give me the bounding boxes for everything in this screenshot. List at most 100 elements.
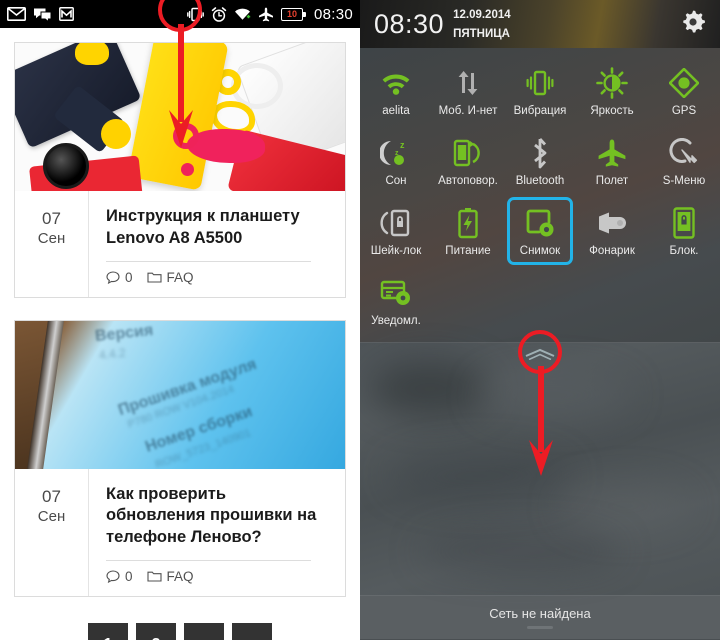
photo-shape-yellow-blob-2 [101, 119, 131, 149]
qs-tile-wifi[interactable]: aelita [360, 56, 432, 126]
status-bar-system-icons: 10 08:30 [187, 6, 353, 23]
blur-smudge [480, 373, 630, 417]
qs-label-notifications: Уведомл. [371, 315, 421, 327]
article-title[interactable]: Инструкция к планшету Lenovo A8 A5500 [106, 206, 329, 250]
category-label: FAQ [166, 269, 194, 285]
screen-lock-icon [673, 205, 695, 241]
vibrate-icon [187, 7, 204, 21]
shake-lock-icon [380, 205, 412, 241]
network-status-label: Сеть не найдена [489, 606, 591, 621]
article-separator [106, 260, 312, 262]
comment-count-label: 0 [125, 568, 133, 584]
category-label: FAQ [166, 568, 194, 584]
qs-label-flashlight: Фонарик [589, 245, 635, 257]
screenshot-icon [525, 205, 555, 241]
qs-tile-shake-lock[interactable]: Шейк-лок [360, 196, 432, 266]
autorotate-icon [452, 135, 484, 171]
battery-icon: 10 [280, 7, 306, 21]
qs-tile-screen-lock[interactable]: Блок. [648, 196, 720, 266]
gps-icon [669, 65, 699, 101]
article-date: 07 Сен [15, 191, 89, 297]
notifications-icon [380, 275, 412, 311]
qs-weekday: ПЯТНИЦА [453, 28, 510, 40]
pagination-page-1[interactable]: 1 [88, 622, 128, 640]
qs-tile-vibration[interactable]: Вибрация [504, 56, 576, 126]
article-title[interactable]: Как проверить обновления прошивки на тел… [106, 484, 329, 549]
category[interactable]: FAQ [146, 269, 194, 285]
pagination: 1 2 › » [14, 619, 346, 640]
qs-label-vibration: Вибрация [513, 105, 567, 117]
qs-clock: 08:30 [374, 8, 445, 39]
article-card[interactable]: 07 Сен Инструкция к планшету Lenovo A8 A… [14, 42, 346, 298]
comment-icon [106, 270, 120, 284]
qs-label-wifi: aelita [382, 105, 410, 117]
category[interactable]: FAQ [146, 568, 194, 584]
comment-icon [106, 570, 120, 583]
qs-tile-airplane[interactable]: Полет [576, 126, 648, 196]
vibrate-icon [525, 65, 555, 101]
settings-button[interactable] [680, 9, 706, 40]
bluetooth-icon [528, 135, 552, 171]
article-card-main: Как проверить обновления прошивки на тел… [89, 469, 345, 596]
qs-tile-autorotate[interactable]: Автоповор. [432, 126, 504, 196]
comment-count[interactable]: 0 [106, 569, 133, 584]
article-separator [106, 559, 312, 561]
qs-tile-power-saving[interactable]: Питание [432, 196, 504, 266]
s-menu-icon [668, 135, 700, 171]
qs-date: 12.09.2014 [453, 9, 511, 22]
article-meta: 0 FAQ [106, 569, 329, 584]
photo-shape-yellow-blob-1 [75, 43, 109, 65]
article-card-body: 07 Сен Инструкция к планшету Lenovo A8 A… [15, 191, 345, 297]
qs-tile-mobile-data[interactable]: Моб. И-нет [432, 56, 504, 126]
pagination-page-2[interactable]: 2 [136, 622, 176, 640]
qs-row-4: Уведомл. [360, 266, 720, 336]
pagination-last[interactable]: » [232, 622, 272, 640]
article-date-day: 07 [42, 486, 61, 506]
alarm-icon [211, 6, 227, 22]
footer-grip-handle[interactable] [527, 626, 553, 629]
left-phone-screen: 10 08:30 07 Сен Инструкция к планшету Le… [0, 0, 360, 640]
article-card[interactable]: Версия 4.4.2 Прошивка модуля P780 ROW V1… [14, 319, 346, 597]
qs-label-sleep: Сон [385, 175, 407, 187]
gmail-icon [59, 7, 74, 21]
comment-count[interactable]: 0 [106, 270, 133, 285]
wifi-icon [234, 8, 251, 20]
brightness-icon [596, 65, 628, 101]
mobile-data-icon [453, 65, 483, 101]
right-phone-quick-settings: 08:30 12.09.2014 ПЯТНИЦА aelita Моб. И-н… [360, 0, 720, 640]
photo-shape-yellow-tablet [127, 43, 229, 191]
quick-settings-header: 08:30 12.09.2014 ПЯТНИЦА [360, 0, 720, 48]
android-status-bar: 10 08:30 [0, 0, 360, 28]
qs-row-3: Шейк-лок Питание Снимок Фонарик Блок. [360, 196, 720, 266]
qs-tile-sleep[interactable]: zz Сон [360, 126, 432, 196]
pagination-next[interactable]: › [184, 622, 224, 640]
article-date-month: Сен [37, 507, 66, 525]
shade-drag-handle[interactable] [523, 347, 557, 361]
power-saving-icon [457, 205, 479, 241]
qs-tile-brightness[interactable]: Яркость [576, 56, 648, 126]
qs-label-power-saving: Питание [445, 245, 491, 257]
quick-settings-grid: aelita Моб. И-нет Вибрация Яркость GPS z… [360, 48, 720, 342]
qs-tile-gps[interactable]: GPS [648, 56, 720, 126]
qs-tile-bluetooth[interactable]: Bluetooth [504, 126, 576, 196]
article-date-month: Сен [37, 230, 66, 248]
article-thumbnail-lenovo-tablets [15, 43, 345, 191]
photo-shape-lens [43, 143, 89, 189]
qs-label-autorotate: Автоповор. [438, 175, 498, 187]
qs-tile-screenshot[interactable]: Снимок [504, 196, 576, 266]
photo-shape-pink-dot [181, 163, 194, 176]
qs-tile-s-menu[interactable]: S-Меню [648, 126, 720, 196]
network-status-footer: Сеть не найдена [360, 595, 720, 639]
status-bar-notification-icons [7, 7, 74, 22]
article-date-day: 07 [42, 209, 61, 228]
qs-row-2: zz Сон Автоповор. Bluetooth Полет S-Меню [360, 126, 720, 196]
qs-label-airplane: Полет [595, 175, 629, 187]
qs-date-block: 12.09.2014 ПЯТНИЦА [453, 5, 511, 43]
chat-icon [34, 8, 52, 22]
comment-count-label: 0 [125, 269, 133, 285]
qs-tile-flashlight[interactable]: Фонарик [576, 196, 648, 266]
wifi-icon [380, 65, 412, 101]
qs-row-1: aelita Моб. И-нет Вибрация Яркость GPS [360, 56, 720, 126]
qs-label-screenshot: Снимок [519, 245, 561, 257]
qs-tile-notifications[interactable]: Уведомл. [360, 266, 432, 336]
